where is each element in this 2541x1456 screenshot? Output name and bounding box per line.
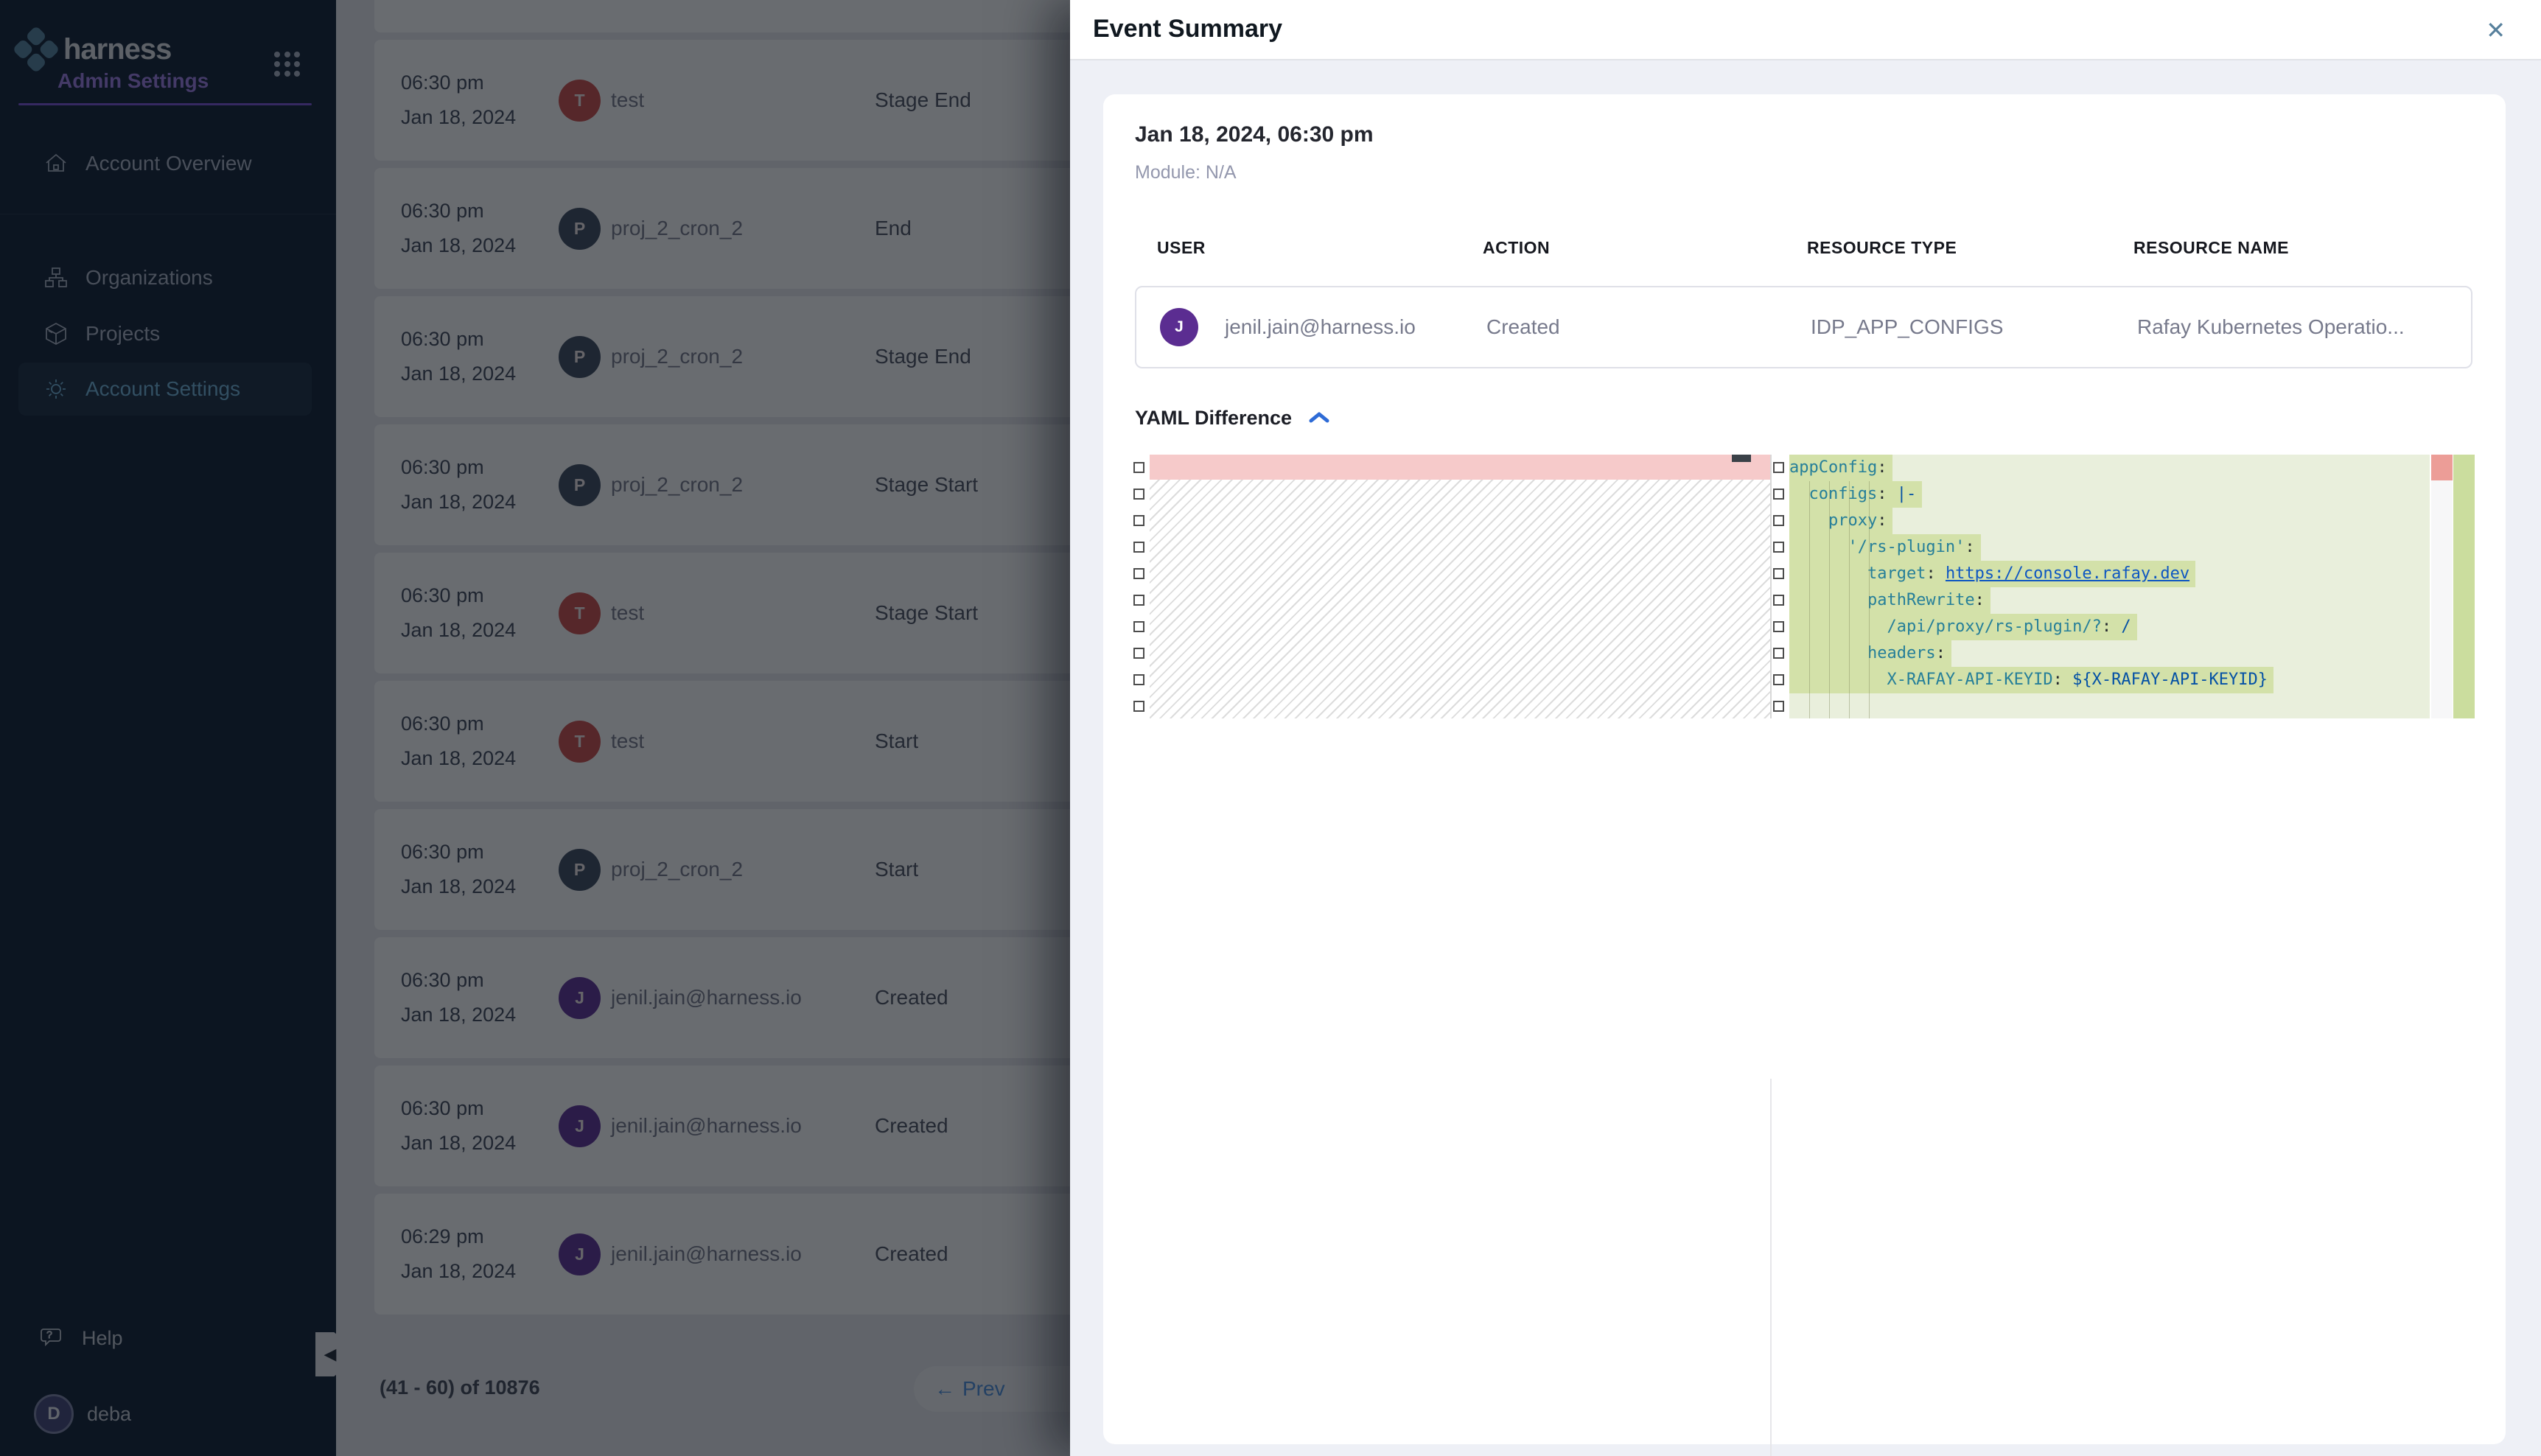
diff-left-scrollbar[interactable] <box>1732 455 1751 462</box>
diff-line-marker-icon <box>1133 462 1144 473</box>
diff-deleted-line <box>1150 455 1770 480</box>
drawer-title: Event Summary <box>1093 15 1282 43</box>
diff-left-pane[interactable] <box>1150 455 1770 718</box>
diff-line-marker-icon <box>1773 489 1784 500</box>
diff-line-marker-icon <box>1773 515 1784 526</box>
yaml-code-line: X-RAFAY-API-KEYID: ${X-RAFAY-API-KEYID} <box>1789 667 2430 693</box>
diff-line-marker-icon <box>1773 648 1784 659</box>
yaml-code-line: '/rs-plugin': <box>1789 534 2430 561</box>
diff-line-marker-icon <box>1133 568 1144 579</box>
diff-line-marker-icon <box>1773 568 1784 579</box>
diff-empty-hatch <box>1150 480 1770 718</box>
diff-overview-ruler[interactable] <box>2431 455 2453 718</box>
diff-line-marker-icon <box>1133 515 1144 526</box>
event-summary-card: Jan 18, 2024, 06:30 pm Module: N/A USER … <box>1103 94 2506 1444</box>
yaml-code-line: pathRewrite: <box>1789 587 2430 614</box>
chevron-up-icon <box>1308 410 1330 429</box>
event-user: jenil.jain@harness.io <box>1225 315 1416 339</box>
diff-sash-extension <box>1770 1079 1772 1456</box>
column-header-action: ACTION <box>1483 238 1550 258</box>
diff-line-marker-icon <box>1773 701 1784 712</box>
indent-guide <box>1809 481 1810 718</box>
drawer-body: Jan 18, 2024, 06:30 pm Module: N/A USER … <box>1070 60 2541 1456</box>
diff-line-marker-icon <box>1773 595 1784 606</box>
event-table-row: J jenil.jain@harness.io Created IDP_APP_… <box>1135 286 2472 368</box>
screen: harness Admin Settings Account OverviewO… <box>0 0 2541 1456</box>
diff-line-marker-icon <box>1773 674 1784 685</box>
event-datetime: Jan 18, 2024, 06:30 pm <box>1135 122 1374 147</box>
yaml-code-line: /api/proxy/rs-plugin/?: / <box>1789 614 2430 640</box>
event-resource-name: Rafay Kubernetes Operatio... <box>2137 315 2405 339</box>
diff-overview-added-marker <box>2453 455 2475 718</box>
yaml-code-line: proxy: <box>1789 508 2430 534</box>
diff-line-marker-icon <box>1133 648 1144 659</box>
diff-line-marker-icon <box>1133 674 1144 685</box>
yaml-code-line: appConfig: <box>1789 455 2430 481</box>
diff-line-marker-icon <box>1773 462 1784 473</box>
event-resource-type: IDP_APP_CONFIGS <box>1811 315 2003 339</box>
event-module: Module: N/A <box>1135 162 1237 183</box>
indent-guide <box>1849 481 1850 718</box>
diff-line-marker-icon <box>1773 542 1784 553</box>
diff-line-marker-icon <box>1133 595 1144 606</box>
yaml-difference-label: YAML Difference <box>1135 407 1292 430</box>
yaml-difference-toggle[interactable]: YAML Difference <box>1135 407 1330 430</box>
event-summary-drawer: Event Summary ✕ Jan 18, 2024, 06:30 pm M… <box>1070 0 2541 1456</box>
modal-dim-overlay[interactable] <box>0 0 1070 1456</box>
column-header-resource-type: RESOURCE TYPE <box>1807 238 1957 258</box>
column-header-resource-name: RESOURCE NAME <box>2133 238 2289 258</box>
diff-line-marker-icon <box>1133 621 1144 632</box>
drawer-header: Event Summary ✕ <box>1070 0 2541 60</box>
indent-guide <box>1869 481 1870 718</box>
user-avatar: J <box>1160 308 1198 346</box>
diff-line-marker-icon <box>1133 489 1144 500</box>
diff-split-divider[interactable] <box>1770 455 1772 718</box>
yaml-code-line: headers: <box>1789 640 2430 667</box>
yaml-diff-editor: appConfig: configs: |- proxy: '/rs-plugi… <box>1132 455 2475 718</box>
yaml-code-line: configs: |- <box>1789 481 2430 508</box>
yaml-code-line: target: https://console.rafay.dev <box>1789 561 2430 587</box>
close-icon[interactable]: ✕ <box>2486 16 2506 44</box>
diff-line-marker-icon <box>1773 621 1784 632</box>
diff-overview-removed-marker <box>2431 455 2453 480</box>
diff-line-marker-icon <box>1133 701 1144 712</box>
diff-right-pane[interactable]: appConfig: configs: |- proxy: '/rs-plugi… <box>1789 455 2430 718</box>
diff-line-marker-icon <box>1133 542 1144 553</box>
column-header-user: USER <box>1157 238 1206 258</box>
yaml-code-line <box>1789 693 2430 720</box>
event-action: Created <box>1486 315 1560 339</box>
indent-guide <box>1829 481 1830 718</box>
